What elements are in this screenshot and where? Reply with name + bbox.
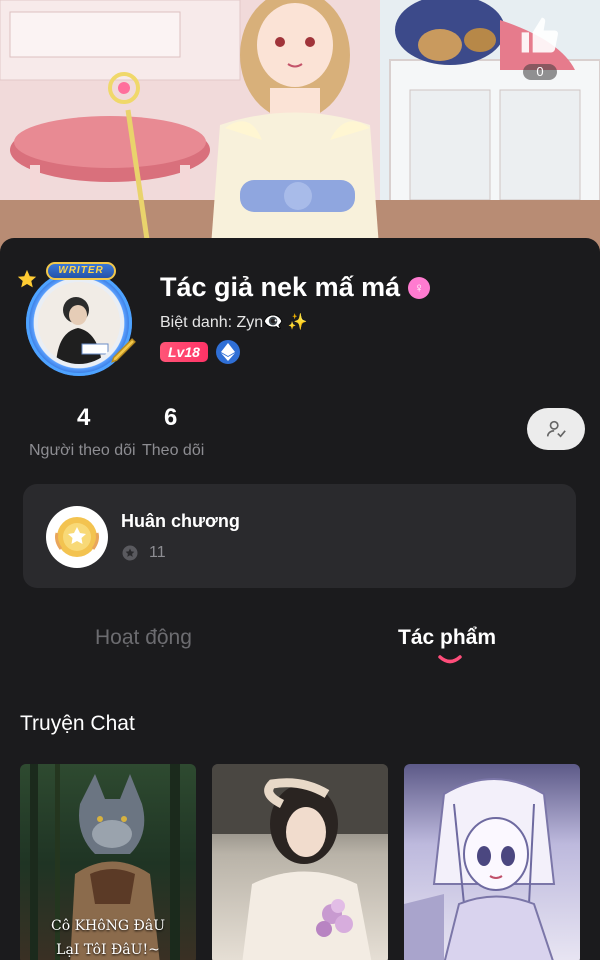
story-cover-image [212, 764, 388, 960]
nickname: Biệt danh: Zyn👁‍🗨 ✨ [160, 314, 308, 331]
followers-label[interactable]: Người theo dõi [29, 442, 136, 460]
star-badge-icon [122, 545, 138, 561]
female-icon: ♀ [408, 276, 431, 299]
medal-count: 11 [149, 544, 166, 561]
author-name: Tác giả nek mấ má [160, 272, 401, 302]
author-name-row: Tác giả nek mấ má ♀ [160, 272, 431, 303]
section-title: Truyện Chat [20, 712, 135, 735]
following-count[interactable]: 6 [164, 404, 177, 432]
profile-page: 0 WRITER Tác giả nek mấ má ♀ Biệt danh: … [0, 0, 600, 960]
medal-count-row: 11 [121, 544, 166, 562]
follow-button[interactable] [527, 408, 585, 450]
following-label[interactable]: Theo dõi [142, 442, 204, 460]
thumbs-up-icon [521, 17, 559, 53]
diamond-badge-icon [215, 340, 240, 364]
tab-works[interactable]: Tác phẩm [398, 626, 496, 650]
tab-active-indicator [438, 655, 462, 664]
badge-row: Lv18 [160, 340, 240, 364]
writer-tag: WRITER [46, 262, 116, 280]
profile-sheet: WRITER Tác giả nek mấ má ♀ Biệt danh: Zy… [0, 238, 600, 960]
story-caption: Cô KHôNG ĐâU LạI TôI ĐâU!~ [20, 914, 196, 960]
story-card[interactable]: Cô KHôNG ĐâU LạI TôI ĐâU!~ [20, 764, 196, 960]
medal-title: Huân chương [121, 511, 240, 531]
medal-card[interactable]: Huân chương 11 [23, 484, 576, 588]
like-count: 0 [523, 64, 557, 80]
tab-activity[interactable]: Hoạt động [95, 626, 192, 650]
story-cover-image [404, 778, 556, 960]
story-caption-line-2: LạI TôI ĐâU!~ [56, 942, 160, 958]
user-check-icon [546, 420, 566, 438]
story-card[interactable] [404, 764, 580, 960]
avatar[interactable]: WRITER [16, 260, 142, 386]
story-card[interactable] [212, 764, 388, 960]
star-icon [17, 269, 37, 288]
level-badge: Lv18 [160, 342, 208, 362]
like-button[interactable]: 0 [510, 14, 570, 84]
medal-icon [46, 506, 108, 568]
pen-icon [111, 338, 136, 363]
followers-count[interactable]: 4 [77, 404, 90, 432]
story-caption-line-1: Cô KHôNG ĐâU [50, 918, 166, 934]
